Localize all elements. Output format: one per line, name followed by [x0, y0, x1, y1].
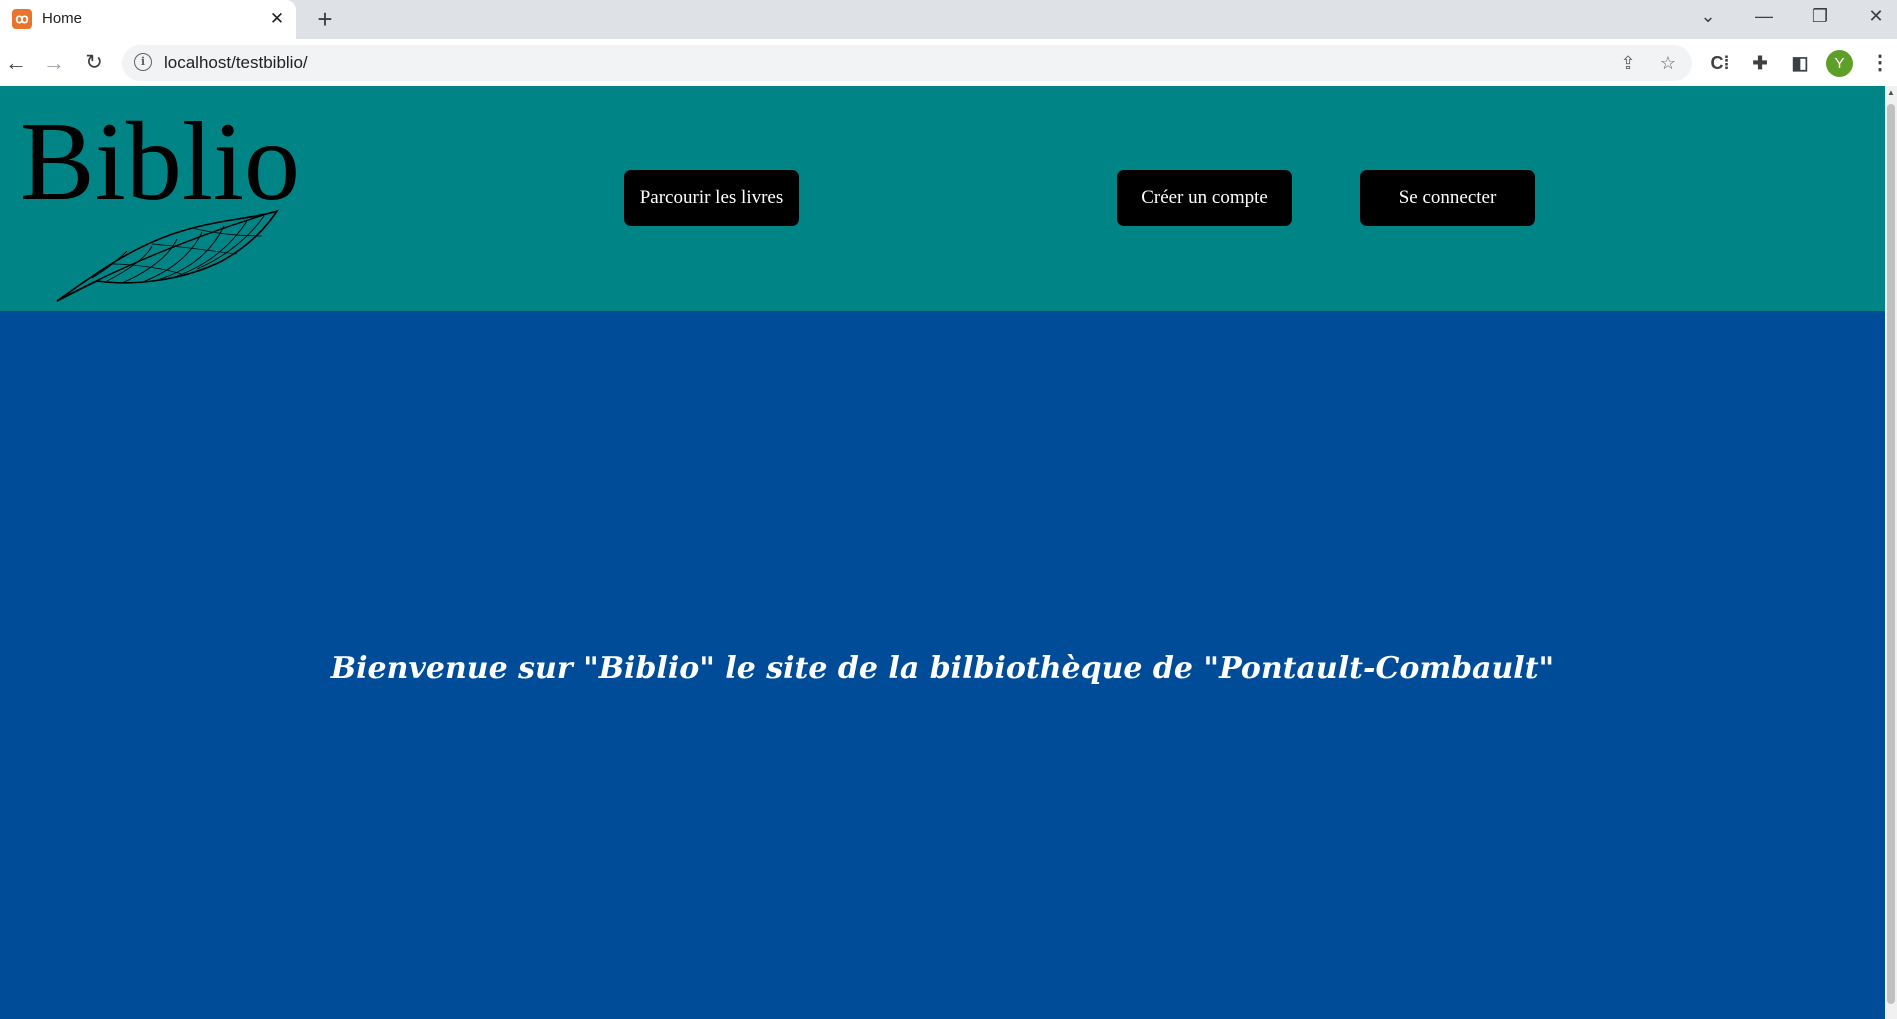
new-tab-icon[interactable]: +	[312, 6, 338, 32]
page-viewport: Biblio Parcourir les livres Créer un com…	[0, 86, 1885, 1019]
welcome-heading: Bienvenue sur "Biblio" le site de la bil…	[330, 651, 1555, 686]
browser-tab-home[interactable]: ꝏ Home ✕	[0, 0, 296, 39]
create-account-button[interactable]: Créer un compte	[1117, 170, 1292, 226]
tab-title: Home	[42, 10, 83, 27]
login-button[interactable]: Se connecter	[1360, 170, 1535, 226]
tab-search-chevron-icon[interactable]: ⌄	[1680, 0, 1736, 34]
scroll-thumb[interactable]	[1887, 104, 1895, 1004]
site-header: Biblio Parcourir les livres Créer un com…	[0, 86, 1885, 311]
address-bar[interactable]: i localhost/testbiblio/ ⇪ ☆	[122, 45, 1692, 81]
forward-arrow-icon[interactable]: →	[40, 49, 68, 77]
back-arrow-icon[interactable]: ←	[2, 49, 30, 77]
window-close-icon[interactable]: ✕	[1848, 0, 1897, 34]
info-icon[interactable]: i	[134, 53, 152, 71]
site-logo-text[interactable]: Biblio	[20, 102, 300, 222]
tab-close-icon[interactable]: ✕	[266, 8, 288, 30]
share-icon[interactable]: ⇪	[1616, 51, 1640, 75]
browse-books-button[interactable]: Parcourir les livres	[624, 170, 799, 226]
profile-avatar[interactable]: Y	[1826, 50, 1853, 77]
side-panel-icon[interactable]: ◧	[1786, 49, 1814, 77]
feather-icon	[56, 209, 279, 302]
restore-icon[interactable]: ❐	[1792, 0, 1848, 34]
browser-tabstrip: ꝏ Home ✕ + ⌄ — ❐ ✕	[0, 0, 1897, 39]
url-text[interactable]: localhost/testbiblio/	[164, 52, 308, 74]
browser-toolbar: ← → ↻ i localhost/testbiblio/ ⇪ ☆ C⁞ ✚ ◧…	[0, 39, 1897, 87]
puzzle-icon[interactable]: ✚	[1746, 49, 1774, 77]
xampp-favicon-icon: ꝏ	[12, 9, 32, 29]
scroll-up-arrow-icon[interactable]: ▲	[1887, 88, 1895, 98]
star-icon[interactable]: ☆	[1656, 51, 1680, 75]
extension-icon[interactable]: C⁞	[1706, 49, 1734, 77]
page-scrollbar[interactable]: ▲	[1885, 86, 1897, 1019]
reload-icon[interactable]: ↻	[80, 49, 108, 77]
minimize-icon[interactable]: —	[1736, 0, 1792, 34]
kebab-menu-icon[interactable]: ⋮	[1866, 49, 1894, 77]
